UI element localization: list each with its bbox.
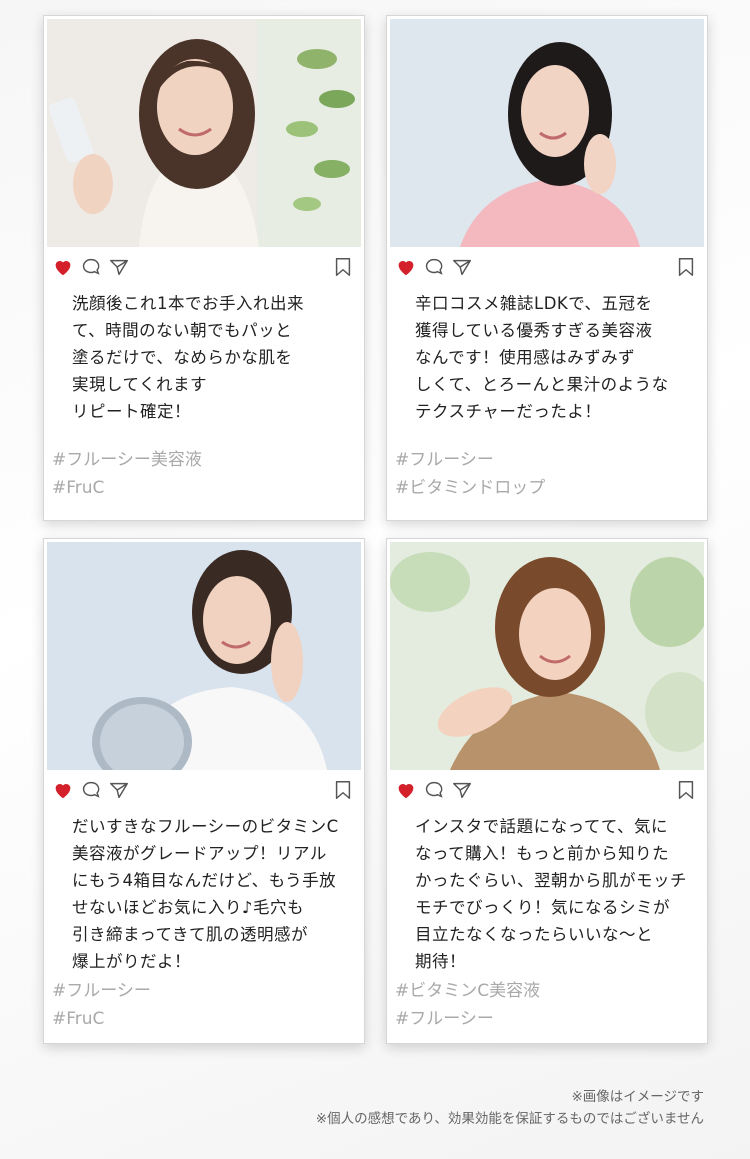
hashtag[interactable]: #フルーシー美容液 bbox=[52, 446, 354, 474]
share-icon[interactable] bbox=[451, 779, 473, 801]
image-disclaimer: ※画像はイメージです bbox=[571, 1089, 704, 1105]
woman-at-mirror-photo bbox=[47, 542, 361, 770]
heart-icon[interactable] bbox=[52, 256, 74, 278]
share-icon[interactable] bbox=[451, 256, 473, 278]
post-actions bbox=[52, 779, 354, 803]
comment-icon[interactable] bbox=[423, 256, 445, 278]
woman-hand-on-shoulder-photo bbox=[390, 542, 704, 770]
post-caption: だいすきなフルーシーのビタミンC 美容液がグレードアップ！リアル にもう4箱目な… bbox=[72, 817, 339, 971]
bookmark-icon[interactable] bbox=[332, 256, 354, 278]
post-card: インスタで話題になってて、気に なって購入！もっと前から知りた かったぐらい、翌… bbox=[386, 538, 708, 1044]
post-actions bbox=[395, 779, 697, 803]
hashtag[interactable]: #FruC bbox=[52, 474, 354, 502]
hashtag[interactable]: #ビタミンC美容液 bbox=[395, 977, 697, 1005]
hashtag-list: #フルーシー #FruC bbox=[52, 977, 354, 1033]
post-actions bbox=[395, 256, 697, 280]
post-actions bbox=[52, 256, 354, 280]
disclaimer-notes: ※画像はイメージです ※個人の感想であり、効果効能を保証するものではございません bbox=[316, 1086, 704, 1130]
post-caption: インスタで話題になってて、気に なって購入！もっと前から知りた かったぐらい、翌… bbox=[415, 817, 687, 971]
heart-icon[interactable] bbox=[395, 779, 417, 801]
woman-touching-cheek-photo bbox=[390, 19, 704, 247]
hashtag[interactable]: #ビタミンドロップ bbox=[395, 474, 697, 502]
bookmark-icon[interactable] bbox=[332, 779, 354, 801]
bookmark-icon[interactable] bbox=[675, 779, 697, 801]
post-caption: 辛口コスメ雑誌LDKで、五冠を 獲得している優秀すぎる美容液 なんです！使用感は… bbox=[415, 294, 669, 421]
comment-icon[interactable] bbox=[80, 256, 102, 278]
heart-icon[interactable] bbox=[395, 256, 417, 278]
bookmark-icon[interactable] bbox=[675, 256, 697, 278]
post-card: 辛口コスメ雑誌LDKで、五冠を 獲得している優秀すぎる美容液 なんです！使用感は… bbox=[386, 15, 708, 521]
comment-icon[interactable] bbox=[80, 779, 102, 801]
hashtag[interactable]: #フルーシー bbox=[395, 1005, 697, 1033]
share-icon[interactable] bbox=[108, 256, 130, 278]
hashtag[interactable]: #フルーシー bbox=[395, 446, 697, 474]
hashtag[interactable]: #フルーシー bbox=[52, 977, 354, 1005]
share-icon[interactable] bbox=[108, 779, 130, 801]
post-card: だいすきなフルーシーのビタミンC 美容液がグレードアップ！リアル にもう4箱目な… bbox=[43, 538, 365, 1044]
effect-disclaimer: ※個人の感想であり、効果効能を保証するものではございません bbox=[315, 1111, 704, 1127]
hashtag-list: #フルーシー #ビタミンドロップ bbox=[395, 446, 697, 502]
heart-icon[interactable] bbox=[52, 779, 74, 801]
comment-icon[interactable] bbox=[423, 779, 445, 801]
post-card: 洗顔後これ1本でお手入れ出来 て、時間のない朝でもパッと 塗るだけで、なめらかな… bbox=[43, 15, 365, 521]
hashtag[interactable]: #FruC bbox=[52, 1005, 354, 1033]
woman-with-smartphone-photo bbox=[47, 19, 361, 247]
hashtag-list: #ビタミンC美容液 #フルーシー bbox=[395, 977, 697, 1033]
post-caption: 洗顔後これ1本でお手入れ出来 て、時間のない朝でもパッと 塗るだけで、なめらかな… bbox=[72, 294, 304, 421]
hashtag-list: #フルーシー美容液 #FruC bbox=[52, 446, 354, 502]
